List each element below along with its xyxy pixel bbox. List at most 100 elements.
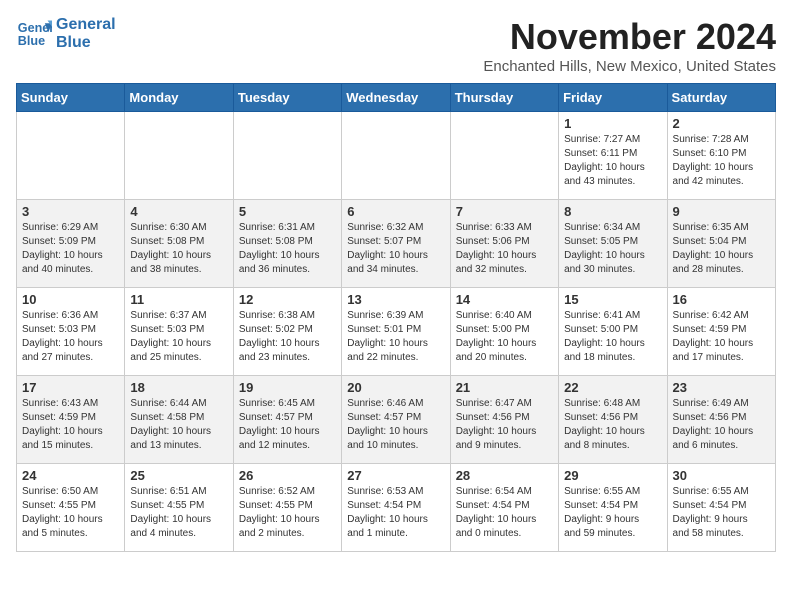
calendar-body: 1 Sunrise: 7:27 AM Sunset: 6:11 PM Daylig… <box>17 112 776 552</box>
day-info: Sunrise: 6:55 AM Sunset: 4:54 PM Dayligh… <box>564 485 661 541</box>
day-cell <box>125 112 233 200</box>
day-info: Sunrise: 6:39 AM Sunset: 5:01 PM Dayligh… <box>347 309 444 365</box>
day-number: 6 <box>347 204 444 219</box>
day-cell: 29 Sunrise: 6:55 AM Sunset: 4:54 PM Dayli… <box>559 464 667 552</box>
day-info: Sunrise: 6:47 AM Sunset: 4:56 PM Dayligh… <box>456 397 553 453</box>
day-number: 13 <box>347 292 444 307</box>
day-info: Sunrise: 6:46 AM Sunset: 4:57 PM Dayligh… <box>347 397 444 453</box>
day-info: Sunrise: 6:31 AM Sunset: 5:08 PM Dayligh… <box>239 221 336 277</box>
logo-icon: General Blue <box>16 16 52 52</box>
day-cell: 13 Sunrise: 6:39 AM Sunset: 5:01 PM Dayli… <box>342 288 450 376</box>
day-cell: 23 Sunrise: 6:49 AM Sunset: 4:56 PM Dayli… <box>667 376 775 464</box>
day-info: Sunrise: 6:40 AM Sunset: 5:00 PM Dayligh… <box>456 309 553 365</box>
header: General Blue General Blue November 2024 … <box>16 16 776 75</box>
day-number: 18 <box>130 380 227 395</box>
logo-line2: Blue <box>56 34 116 52</box>
day-number: 27 <box>347 468 444 483</box>
day-info: Sunrise: 6:50 AM Sunset: 4:55 PM Dayligh… <box>22 485 119 541</box>
header-cell-wednesday: Wednesday <box>342 84 450 112</box>
day-cell: 10Sunrise: 6:36 AM Sunset: 5:03 PM Dayli… <box>17 288 125 376</box>
day-number: 29 <box>564 468 661 483</box>
day-cell: 28 Sunrise: 6:54 AM Sunset: 4:54 PM Dayli… <box>450 464 558 552</box>
day-number: 8 <box>564 204 661 219</box>
day-cell: 18 Sunrise: 6:44 AM Sunset: 4:58 PM Dayli… <box>125 376 233 464</box>
day-info: Sunrise: 6:41 AM Sunset: 5:00 PM Dayligh… <box>564 309 661 365</box>
day-cell: 19Sunrise: 6:45 AM Sunset: 4:57 PM Dayli… <box>233 376 341 464</box>
day-info: Sunrise: 6:44 AM Sunset: 4:58 PM Dayligh… <box>130 397 227 453</box>
day-number: 4 <box>130 204 227 219</box>
day-cell: 9 Sunrise: 6:35 AM Sunset: 5:04 PM Daylig… <box>667 200 775 288</box>
day-cell: 2Sunrise: 7:28 AM Sunset: 6:10 PM Daylig… <box>667 112 775 200</box>
day-cell <box>342 112 450 200</box>
day-info: Sunrise: 6:37 AM Sunset: 5:03 PM Dayligh… <box>130 309 227 365</box>
day-info: Sunrise: 7:27 AM Sunset: 6:11 PM Dayligh… <box>564 133 661 189</box>
week-row-2: 10Sunrise: 6:36 AM Sunset: 5:03 PM Dayli… <box>17 288 776 376</box>
day-number: 16 <box>673 292 770 307</box>
day-info: Sunrise: 6:33 AM Sunset: 5:06 PM Dayligh… <box>456 221 553 277</box>
header-cell-monday: Monday <box>125 84 233 112</box>
day-number: 21 <box>456 380 553 395</box>
week-row-4: 24 Sunrise: 6:50 AM Sunset: 4:55 PM Dayli… <box>17 464 776 552</box>
day-cell: 21 Sunrise: 6:47 AM Sunset: 4:56 PM Dayli… <box>450 376 558 464</box>
day-cell: 20 Sunrise: 6:46 AM Sunset: 4:57 PM Dayli… <box>342 376 450 464</box>
day-info: Sunrise: 6:36 AM Sunset: 5:03 PM Dayligh… <box>22 309 119 365</box>
day-number: 26 <box>239 468 336 483</box>
header-cell-sunday: Sunday <box>17 84 125 112</box>
day-info: Sunrise: 6:38 AM Sunset: 5:02 PM Dayligh… <box>239 309 336 365</box>
day-cell: 30Sunrise: 6:55 AM Sunset: 4:54 PM Dayli… <box>667 464 775 552</box>
day-info: Sunrise: 6:45 AM Sunset: 4:57 PM Dayligh… <box>239 397 336 453</box>
day-number: 11 <box>130 292 227 307</box>
day-cell <box>450 112 558 200</box>
day-info: Sunrise: 6:52 AM Sunset: 4:55 PM Dayligh… <box>239 485 336 541</box>
month-title: November 2024 <box>483 16 776 58</box>
day-cell: 4 Sunrise: 6:30 AM Sunset: 5:08 PM Daylig… <box>125 200 233 288</box>
day-cell: 12Sunrise: 6:38 AM Sunset: 5:02 PM Dayli… <box>233 288 341 376</box>
header-row: SundayMondayTuesdayWednesdayThursdayFrid… <box>17 84 776 112</box>
day-number: 7 <box>456 204 553 219</box>
title-area: November 2024 Enchanted Hills, New Mexic… <box>483 16 776 75</box>
day-cell: 24 Sunrise: 6:50 AM Sunset: 4:55 PM Dayli… <box>17 464 125 552</box>
day-number: 1 <box>564 116 661 131</box>
day-number: 25 <box>130 468 227 483</box>
day-info: Sunrise: 6:32 AM Sunset: 5:07 PM Dayligh… <box>347 221 444 277</box>
day-number: 28 <box>456 468 553 483</box>
svg-text:Blue: Blue <box>18 34 45 48</box>
day-info: Sunrise: 6:35 AM Sunset: 5:04 PM Dayligh… <box>673 221 770 277</box>
day-cell: 5 Sunrise: 6:31 AM Sunset: 5:08 PM Daylig… <box>233 200 341 288</box>
header-cell-friday: Friday <box>559 84 667 112</box>
logo: General Blue General Blue <box>16 16 116 52</box>
day-info: Sunrise: 6:49 AM Sunset: 4:56 PM Dayligh… <box>673 397 770 453</box>
day-number: 24 <box>22 468 119 483</box>
day-cell: 22Sunrise: 6:48 AM Sunset: 4:56 PM Dayli… <box>559 376 667 464</box>
day-info: Sunrise: 6:29 AM Sunset: 5:09 PM Dayligh… <box>22 221 119 277</box>
day-cell: 15 Sunrise: 6:41 AM Sunset: 5:00 PM Dayli… <box>559 288 667 376</box>
day-number: 15 <box>564 292 661 307</box>
day-cell: 26 Sunrise: 6:52 AM Sunset: 4:55 PM Dayli… <box>233 464 341 552</box>
day-number: 17 <box>22 380 119 395</box>
location-title: Enchanted Hills, New Mexico, United Stat… <box>483 58 776 75</box>
day-cell: 6 Sunrise: 6:32 AM Sunset: 5:07 PM Daylig… <box>342 200 450 288</box>
header-cell-thursday: Thursday <box>450 84 558 112</box>
day-info: Sunrise: 6:34 AM Sunset: 5:05 PM Dayligh… <box>564 221 661 277</box>
day-number: 5 <box>239 204 336 219</box>
week-row-0: 1 Sunrise: 7:27 AM Sunset: 6:11 PM Daylig… <box>17 112 776 200</box>
day-cell: 25Sunrise: 6:51 AM Sunset: 4:55 PM Dayli… <box>125 464 233 552</box>
day-cell: 8 Sunrise: 6:34 AM Sunset: 5:05 PM Daylig… <box>559 200 667 288</box>
day-cell: 17Sunrise: 6:43 AM Sunset: 4:59 PM Dayli… <box>17 376 125 464</box>
header-cell-tuesday: Tuesday <box>233 84 341 112</box>
logo-line1: General <box>56 16 116 34</box>
calendar-header: SundayMondayTuesdayWednesdayThursdayFrid… <box>17 84 776 112</box>
day-info: Sunrise: 6:30 AM Sunset: 5:08 PM Dayligh… <box>130 221 227 277</box>
day-number: 23 <box>673 380 770 395</box>
calendar-table: SundayMondayTuesdayWednesdayThursdayFrid… <box>16 83 776 552</box>
header-cell-saturday: Saturday <box>667 84 775 112</box>
day-number: 3 <box>22 204 119 219</box>
day-info: Sunrise: 6:53 AM Sunset: 4:54 PM Dayligh… <box>347 485 444 541</box>
day-number: 14 <box>456 292 553 307</box>
day-cell: 11 Sunrise: 6:37 AM Sunset: 5:03 PM Dayli… <box>125 288 233 376</box>
day-cell: 1 Sunrise: 7:27 AM Sunset: 6:11 PM Daylig… <box>559 112 667 200</box>
day-number: 9 <box>673 204 770 219</box>
day-info: Sunrise: 6:55 AM Sunset: 4:54 PM Dayligh… <box>673 485 770 541</box>
day-number: 20 <box>347 380 444 395</box>
day-info: Sunrise: 6:54 AM Sunset: 4:54 PM Dayligh… <box>456 485 553 541</box>
